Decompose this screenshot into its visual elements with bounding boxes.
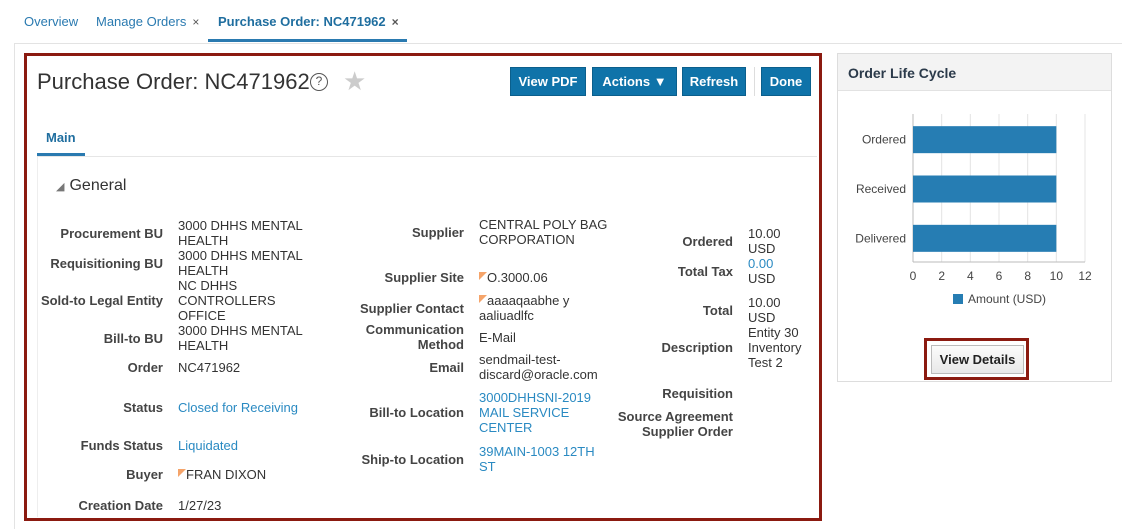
x-tick-label: 12	[1078, 269, 1092, 283]
y-category-label: Ordered	[862, 133, 906, 147]
bar-ordered	[913, 126, 1057, 154]
view-details-button[interactable]: View Details	[931, 345, 1024, 374]
legend-swatch	[953, 294, 963, 304]
x-tick-label: 10	[1050, 269, 1064, 283]
tab-purchase-order[interactable]: Purchase Order: NC471962 ×	[218, 14, 399, 29]
x-tick-label: 4	[967, 269, 974, 283]
tab-label: Overview	[24, 14, 79, 29]
x-tick-label: 8	[1024, 269, 1031, 283]
y-category-label: Received	[856, 182, 906, 196]
order-life-cycle-chart: 0 2 4 6 8 10 12 Ordered Received Delivered Amount …	[855, 114, 1092, 306]
legend-label: Amount (USD)	[968, 292, 1046, 306]
active-tab-indicator	[208, 39, 407, 42]
tab-overview[interactable]: Overview	[24, 14, 78, 29]
panel-title: Order Life Cycle	[838, 54, 1111, 91]
tab-label: Manage Orders	[96, 14, 187, 29]
x-tick-label: 2	[938, 269, 945, 283]
tab-manage-orders[interactable]: Manage Orders ×	[96, 14, 199, 29]
x-tick-label: 6	[996, 269, 1003, 283]
y-category-label: Delivered	[855, 231, 906, 245]
bar-delivered	[913, 224, 1057, 252]
highlight-frame	[24, 53, 822, 521]
close-icon[interactable]: ×	[192, 15, 199, 29]
tab-label: Purchase Order: NC471962	[218, 14, 386, 29]
bar-received	[913, 175, 1057, 203]
x-tick-label: 0	[910, 269, 917, 283]
close-icon[interactable]: ×	[392, 15, 399, 29]
